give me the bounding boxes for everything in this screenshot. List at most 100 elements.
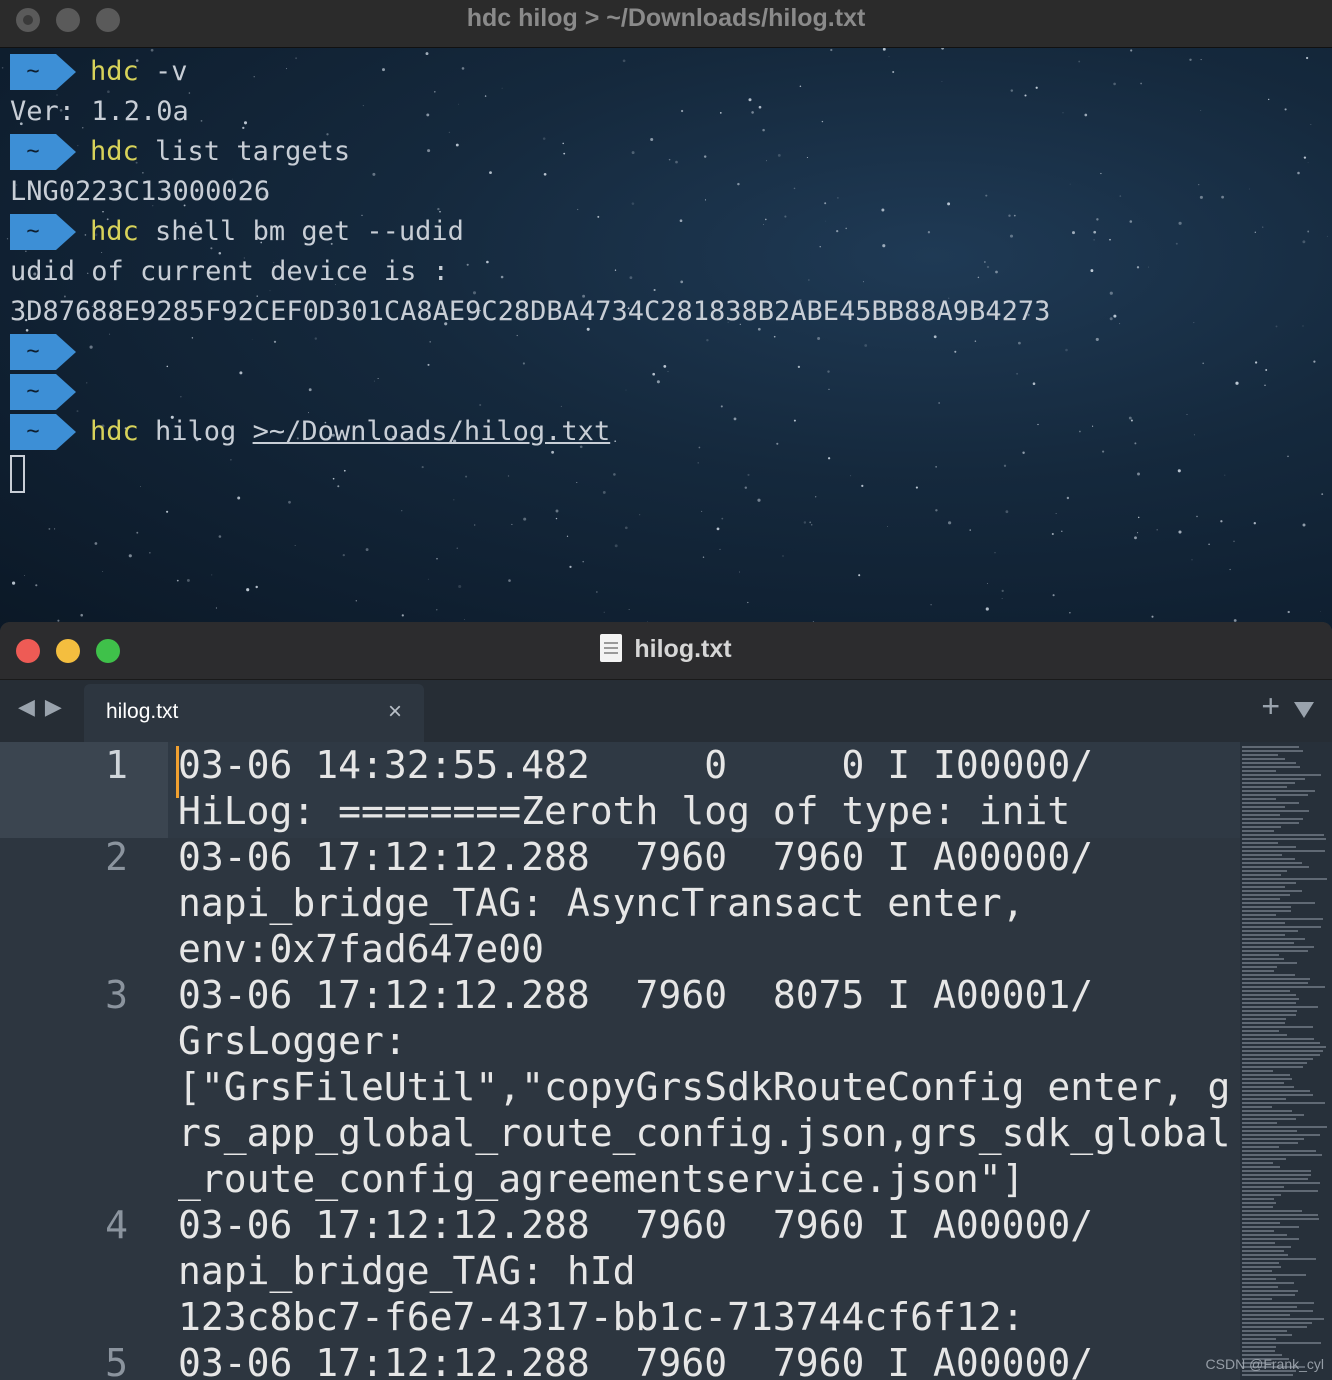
tab-menu-icon[interactable] (1294, 702, 1314, 718)
star (824, 202, 827, 205)
star (84, 234, 87, 236)
star (1284, 108, 1287, 111)
star (230, 458, 232, 461)
star (915, 486, 918, 489)
editor-window: hilog.txt ◀ ▶ hilog.txt × + 1 03-06 14:32:… (0, 622, 1332, 1380)
star (836, 229, 839, 233)
star (140, 486, 142, 488)
star (1200, 110, 1202, 112)
minimap-line (1242, 770, 1276, 772)
minimap-line (1242, 758, 1285, 760)
code-line: rs_app_global_route_config.json,grs_sdk_… (178, 1111, 1231, 1155)
prompt-arrow-icon (56, 214, 76, 250)
new-tab-icon[interactable]: + (1261, 688, 1280, 725)
minimap-line (1242, 1306, 1297, 1308)
star (1297, 171, 1300, 175)
star (1093, 230, 1097, 234)
minimap-line (1242, 1346, 1276, 1348)
code-line: 123c8bc7-f6e7-4317-bb1c-713744cf6f12: (178, 1295, 1025, 1339)
minimap-line (1242, 814, 1280, 816)
minimap-line (1242, 966, 1277, 968)
star (704, 199, 707, 201)
minimap-line (1242, 1030, 1279, 1032)
minimap-line (1242, 946, 1314, 948)
minimap-line (1242, 1174, 1311, 1176)
star (1032, 382, 1036, 385)
star (733, 417, 737, 421)
command-args: list targets (138, 136, 351, 167)
star (448, 131, 451, 134)
line-number: 4 (105, 1203, 128, 1247)
star (719, 548, 721, 550)
minimap-line (1242, 954, 1279, 956)
minimap-line (1242, 1066, 1303, 1068)
star (255, 585, 258, 589)
star (1326, 235, 1328, 237)
star (1264, 384, 1266, 387)
star (576, 482, 578, 484)
star (1134, 536, 1137, 540)
star (373, 380, 375, 382)
star (191, 337, 194, 339)
minimap-line (1242, 914, 1276, 916)
star (817, 337, 821, 340)
star (1305, 56, 1309, 60)
command-args: -v (138, 56, 188, 87)
star (613, 473, 616, 476)
close-tab-icon[interactable]: × (388, 698, 402, 726)
star (1265, 369, 1268, 371)
minimap-line (1242, 898, 1280, 900)
star (680, 109, 684, 113)
star (1035, 86, 1038, 89)
star (935, 509, 938, 512)
minimap-line (1242, 1126, 1327, 1128)
star (516, 334, 518, 337)
star (427, 363, 430, 366)
command-keyword: hdc (90, 416, 139, 447)
star (218, 535, 222, 538)
star (1268, 98, 1270, 101)
star (211, 574, 213, 576)
prompt-segment: ~ (10, 132, 76, 172)
minimap-line (1242, 942, 1294, 944)
code-line: GrsLogger: (178, 1019, 407, 1063)
star (985, 194, 988, 197)
star (1022, 451, 1025, 455)
minimap-line (1242, 1070, 1273, 1072)
star (628, 609, 630, 610)
prompt-arrow-icon (56, 414, 76, 450)
star (697, 462, 699, 464)
tab-bar: ◀ ▶ hilog.txt × + (0, 680, 1332, 742)
minimap-line (1242, 1222, 1280, 1224)
star (977, 276, 980, 279)
star (1100, 172, 1102, 175)
minimap-line (1242, 1206, 1273, 1208)
star (355, 600, 357, 602)
star (166, 365, 169, 368)
line-number: 2 (105, 835, 128, 879)
minimap-line (1242, 1294, 1295, 1296)
star (850, 475, 852, 477)
star (1134, 442, 1137, 445)
minimap[interactable] (1240, 742, 1332, 1380)
star (1303, 156, 1307, 159)
minimap-line (1242, 1282, 1294, 1284)
line-number: 3 (105, 973, 128, 1017)
forward-arrow-icon[interactable]: ▶ (45, 694, 62, 720)
star (1233, 540, 1235, 543)
star (797, 365, 801, 369)
star (166, 510, 169, 513)
star (1078, 60, 1081, 63)
minimap-line (1242, 1274, 1306, 1276)
star (242, 126, 245, 130)
star (631, 151, 635, 155)
tab-hilog[interactable]: hilog.txt × (84, 684, 424, 742)
star (603, 611, 605, 613)
star (128, 554, 132, 558)
star (995, 270, 998, 274)
star (427, 149, 431, 153)
star (1113, 314, 1117, 318)
back-arrow-icon[interactable]: ◀ (18, 694, 35, 720)
terminal-titlebar: hdc hilog > ~/Downloads/hilog.txt (0, 0, 1332, 48)
code-area[interactable]: 1 03-06 14:32:55.482 0 0 I I00000/HiLog: … (0, 742, 1240, 1380)
